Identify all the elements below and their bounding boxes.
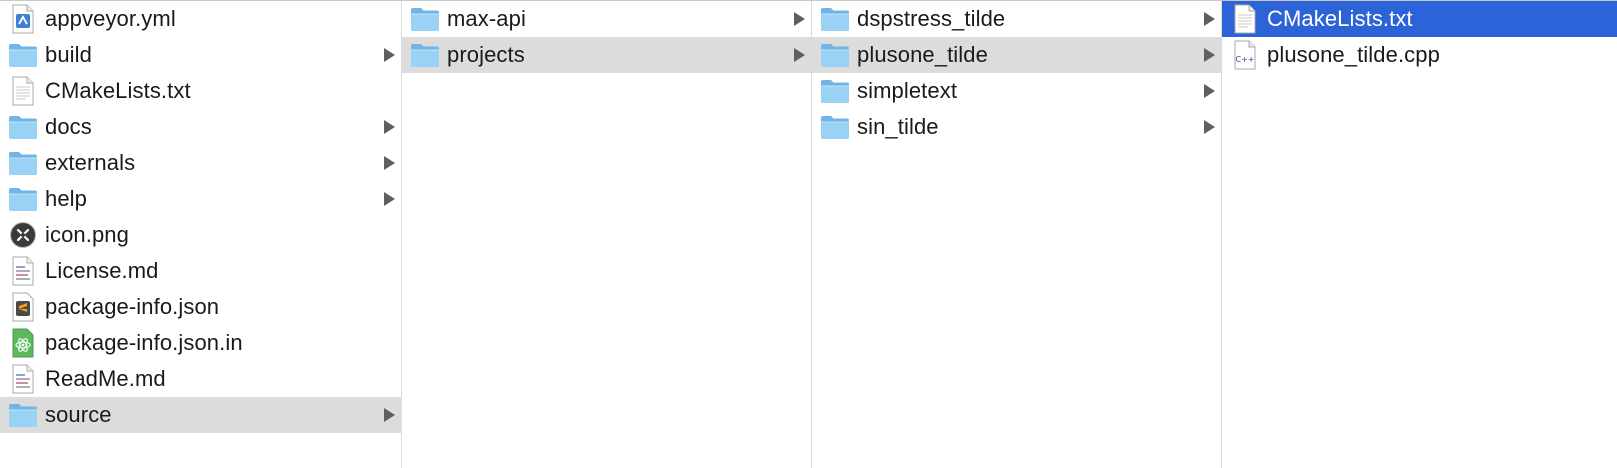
disclosure-arrow-icon (384, 156, 395, 170)
file-item-cmakelists-txt[interactable]: CMakeLists.txt (1222, 1, 1617, 37)
file-item-package-info-json-in[interactable]: package-info.json.in (0, 325, 401, 361)
cpp-document-icon: C++ (1230, 40, 1260, 70)
item-label: projects (447, 42, 525, 67)
disclosure-arrow-icon (384, 120, 395, 134)
item-label: CMakeLists.txt (45, 78, 191, 103)
file-item-appveyor-yml[interactable]: appveyor.yml (0, 1, 401, 37)
folder-icon (820, 112, 850, 142)
item-label: source (45, 402, 112, 427)
item-label: simpletext (857, 78, 958, 103)
item-label: icon.png (45, 222, 129, 247)
folder-item-plusone-tilde[interactable]: plusone_tilde (812, 37, 1221, 73)
item-label: plusone_tilde (857, 42, 988, 67)
tools-image-icon (8, 220, 38, 250)
item-label: appveyor.yml (45, 6, 176, 31)
item-label: dspstress_tilde (857, 6, 1006, 31)
item-label: externals (45, 150, 136, 175)
disclosure-arrow-icon (794, 48, 805, 62)
folder-icon (820, 4, 850, 34)
item-label: build (45, 42, 92, 67)
disclosure-arrow-icon (1204, 120, 1215, 134)
column-plusone-tilde[interactable]: CMakeLists.txt C++ plusone_tilde.cpp (1222, 1, 1617, 468)
text-document-icon (8, 76, 38, 106)
disclosure-arrow-icon (794, 12, 805, 26)
yml-document-icon (8, 4, 38, 34)
folder-icon (8, 40, 38, 70)
folder-item-docs[interactable]: docs (0, 109, 401, 145)
folder-icon (8, 400, 38, 430)
item-label: License.md (45, 258, 159, 283)
folder-icon (410, 40, 440, 70)
disclosure-arrow-icon (384, 48, 395, 62)
column-root[interactable]: appveyor.yml build CMakeLists.txt docs exter… (0, 1, 402, 468)
folder-icon (820, 40, 850, 70)
item-label: help (45, 186, 87, 211)
folder-icon (820, 76, 850, 106)
folder-item-projects[interactable]: projects (402, 37, 811, 73)
folder-item-dspstress-tilde[interactable]: dspstress_tilde (812, 1, 1221, 37)
file-item-plusone-tilde-cpp[interactable]: C++ plusone_tilde.cpp (1222, 37, 1617, 73)
folder-icon (8, 112, 38, 142)
disclosure-arrow-icon (1204, 12, 1215, 26)
folder-item-max-api[interactable]: max-api (402, 1, 811, 37)
text-document-icon (1230, 4, 1260, 34)
folder-item-source[interactable]: source (0, 397, 401, 433)
file-item-license-md[interactable]: License.md (0, 253, 401, 289)
file-item-package-info-json[interactable]: package-info.json (0, 289, 401, 325)
sublime-document-icon (8, 292, 38, 322)
svg-text:C++: C++ (1236, 55, 1255, 64)
item-label: CMakeLists.txt (1267, 6, 1413, 31)
markdown-document-icon (8, 364, 38, 394)
file-item-readme-md[interactable]: ReadMe.md (0, 361, 401, 397)
item-label: plusone_tilde.cpp (1267, 42, 1440, 67)
disclosure-arrow-icon (1204, 48, 1215, 62)
folder-item-help[interactable]: help (0, 181, 401, 217)
disclosure-arrow-icon (1204, 84, 1215, 98)
disclosure-arrow-icon (384, 408, 395, 422)
atom-document-icon (8, 328, 38, 358)
finder-column-browser: appveyor.yml build CMakeLists.txt docs exter… (0, 0, 1617, 468)
markdown-document-icon (8, 256, 38, 286)
folder-icon (8, 148, 38, 178)
item-label: max-api (447, 6, 526, 31)
folder-item-simpletext[interactable]: simpletext (812, 73, 1221, 109)
item-label: docs (45, 114, 92, 139)
folder-item-sin-tilde[interactable]: sin_tilde (812, 109, 1221, 145)
folder-item-externals[interactable]: externals (0, 145, 401, 181)
item-label: sin_tilde (857, 114, 939, 139)
column-source[interactable]: max-api projects (402, 1, 812, 468)
folder-icon (410, 4, 440, 34)
item-label: package-info.json (45, 294, 220, 319)
item-label: package-info.json.in (45, 330, 243, 355)
folder-item-build[interactable]: build (0, 37, 401, 73)
column-projects[interactable]: dspstress_tilde plusone_tilde simpletext si… (812, 1, 1222, 468)
folder-icon (8, 184, 38, 214)
file-item-cmakelists-txt[interactable]: CMakeLists.txt (0, 73, 401, 109)
disclosure-arrow-icon (384, 192, 395, 206)
file-item-icon-png[interactable]: icon.png (0, 217, 401, 253)
item-label: ReadMe.md (45, 366, 166, 391)
